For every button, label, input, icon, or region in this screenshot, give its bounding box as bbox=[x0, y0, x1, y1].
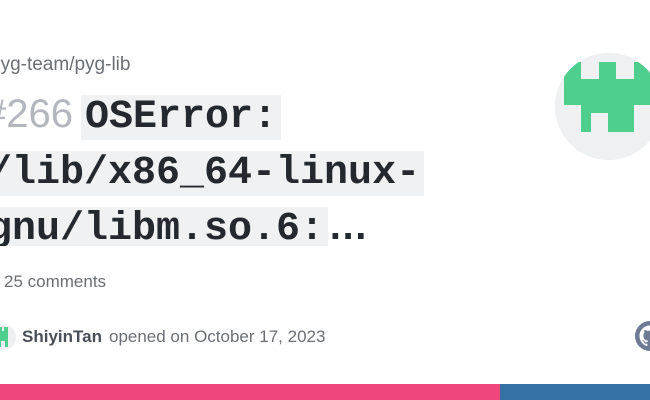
title-ellipsis: … bbox=[328, 204, 369, 246]
issue-title-container: #266OSError: /lib/x86_64-linux- gnu/libm… bbox=[0, 88, 460, 246]
issue-title-line-3: gnu/libm.so.6: bbox=[0, 207, 329, 246]
identicon-small-icon bbox=[0, 324, 16, 350]
issue-number: #266 bbox=[0, 92, 73, 136]
repo-path[interactable]: pyg-team/pyg-lib bbox=[0, 54, 130, 76]
author-avatar[interactable] bbox=[0, 324, 16, 350]
identicon-icon bbox=[555, 53, 650, 160]
issue-title-line-2: /lib/x86_64-linux- bbox=[0, 151, 425, 196]
comments-label: 25 comments bbox=[4, 272, 107, 291]
github-icon[interactable] bbox=[634, 320, 650, 352]
language-bar-segment-primary bbox=[0, 384, 500, 400]
opened-date: opened on October 17, 2023 bbox=[108, 327, 326, 346]
owner-avatar[interactable] bbox=[555, 53, 650, 160]
comments-count[interactable]: 25 comments bbox=[0, 272, 106, 292]
issue-card: pyg-team/pyg-lib #266OSError: /lib/x86_6… bbox=[0, 0, 650, 400]
author-row: ShiyinTan opened on October 17, 2023 bbox=[0, 322, 325, 352]
language-bar-segment-secondary bbox=[500, 384, 650, 400]
issue-title-line-1: OSError: bbox=[80, 95, 282, 140]
issue-title[interactable]: #266OSError: /lib/x86_64-linux- gnu/libm… bbox=[0, 88, 444, 246]
author-name[interactable]: ShiyinTan bbox=[22, 327, 102, 347]
